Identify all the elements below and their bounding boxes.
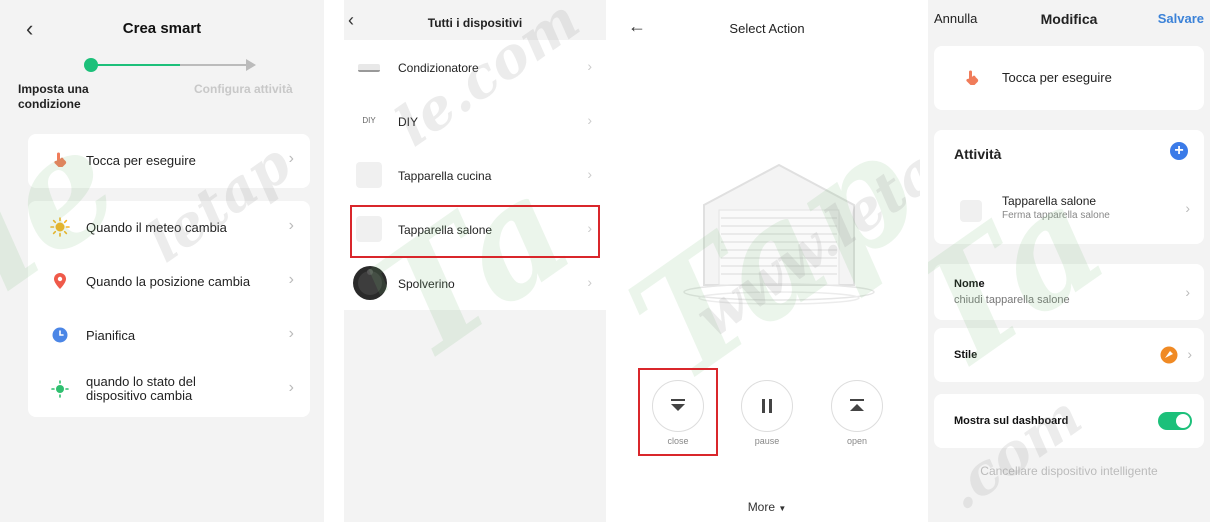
style-label: Stile — [954, 349, 978, 361]
style-palette-icon — [1160, 346, 1178, 364]
pause-button[interactable] — [741, 380, 793, 432]
more-label: More — [747, 500, 776, 514]
chevron-right-icon: › — [288, 217, 294, 234]
pause-label: pause — [754, 436, 780, 446]
close-shutter-icon — [671, 399, 685, 411]
step-label-activity: Configura attività — [194, 82, 293, 96]
activities-card: Attività + Tapparella salone Ferma tappa… — [934, 130, 1204, 244]
conditions-card: Quando il meteo cambia › Quando la posiz… — [28, 201, 310, 417]
device-item[interactable]: DIY DIY › — [344, 94, 606, 148]
device-status-icon — [51, 380, 69, 398]
open-shutter-icon — [850, 399, 864, 411]
hand-tap-icon — [54, 152, 67, 167]
device-name: Tapparella cucina — [398, 169, 492, 183]
condition-label: Tocca per eseguire — [86, 153, 196, 168]
page-title: Crea smart — [122, 20, 202, 37]
save-button[interactable]: Salvare — [1158, 11, 1204, 26]
condition-row[interactable]: Pianifica › — [28, 309, 310, 363]
device-item[interactable]: Condizionatore › — [344, 40, 606, 94]
device-name: Condizionatore — [398, 61, 479, 75]
chevron-right-icon: › — [587, 58, 592, 74]
chevron-right-icon: › — [1187, 346, 1192, 362]
dashboard-field: Mostra sul dashboard — [934, 394, 1204, 448]
page-title: Tutti i dispositivi — [427, 16, 523, 30]
shutter-icon — [356, 216, 382, 242]
chevron-right-icon: › — [1185, 284, 1190, 300]
dashboard-toggle[interactable] — [1158, 412, 1192, 430]
chevron-right-icon: › — [587, 220, 592, 236]
condition-label: Quando la posizione cambia — [86, 274, 251, 289]
header: ‹ Tutti i dispositivi — [344, 10, 606, 32]
tap-to-run-label: Tocca per eseguire — [1002, 70, 1112, 85]
chevron-right-icon: › — [288, 150, 294, 167]
chevron-right-icon: › — [288, 271, 294, 288]
shutter-illustration — [683, 163, 875, 305]
device-item-tapparella-salone[interactable]: Tapparella salone › — [344, 202, 606, 256]
device-item[interactable]: Tapparella cucina › — [344, 148, 606, 202]
delete-link[interactable]: Cancellare dispositivo intelligente — [928, 464, 1210, 478]
device-item[interactable]: Spolverino › — [344, 256, 606, 310]
condition-row[interactable]: quando lo stato del dispositivo cambia › — [28, 363, 310, 417]
chevron-right-icon: › — [1185, 200, 1190, 216]
add-activity-button[interactable]: + — [1170, 142, 1188, 160]
open-button[interactable] — [831, 380, 883, 432]
tap-to-run-card[interactable]: Tocca per eseguire › — [28, 134, 310, 188]
activities-title: Attività — [954, 146, 1002, 162]
sun-icon — [50, 217, 70, 237]
stepper — [84, 58, 264, 72]
crea-smart-screen: ‹ Crea smart Imposta una condizione Conf… — [0, 0, 324, 522]
open-label: open — [846, 436, 868, 446]
robot-vacuum-icon — [353, 266, 387, 300]
header: ‹ Crea smart — [0, 16, 324, 41]
condition-row[interactable]: Quando la posizione cambia › — [28, 255, 310, 309]
activity-subtitle: Ferma tapparella salone — [1002, 210, 1110, 221]
activity-item[interactable]: Tapparella salone Ferma tapparella salon… — [934, 184, 1204, 238]
condition-row[interactable]: Quando il meteo cambia › — [28, 201, 310, 255]
close-button[interactable] — [652, 380, 704, 432]
style-field[interactable]: Stile › — [934, 328, 1204, 382]
shutter-icon — [356, 162, 382, 188]
location-pin-icon — [54, 273, 66, 289]
devices-screen: ‹ Tutti i dispositivi Condizionatore › D… — [344, 0, 606, 522]
step-arrow-icon — [246, 59, 256, 71]
chevron-right-icon: › — [587, 274, 592, 290]
step-label-condition: Imposta una condizione — [18, 82, 89, 111]
diy-icon: DIY — [356, 108, 382, 134]
condition-label: Pianifica — [86, 328, 136, 343]
clock-icon — [52, 327, 68, 343]
condition-row[interactable]: Tocca per eseguire › — [28, 134, 310, 188]
more-button[interactable]: More ▼ — [614, 500, 920, 514]
condition-label: quando lo stato del dispositivo cambia — [86, 374, 196, 403]
air-conditioner-icon — [356, 54, 382, 80]
name-label: Nome — [954, 278, 985, 290]
activity-name: Tapparella salone — [1002, 194, 1097, 208]
device-list: Condizionatore › DIY DIY › Tapparella cu… — [344, 40, 606, 310]
hand-tap-icon — [966, 70, 979, 85]
dashboard-label: Mostra sul dashboard — [954, 415, 1069, 427]
caret-down-icon: ▼ — [778, 504, 787, 513]
pause-icon — [762, 399, 772, 413]
condition-label: Quando il meteo cambia — [86, 220, 227, 235]
chevron-right-icon: › — [288, 379, 294, 396]
name-value: chiudi tapparella salone — [954, 294, 1070, 306]
tap-to-run-card[interactable]: Tocca per eseguire — [934, 46, 1204, 110]
close-label: close — [667, 436, 689, 446]
device-name: DIY — [398, 115, 419, 129]
chevron-right-icon: › — [288, 325, 294, 342]
chevron-right-icon: › — [587, 166, 592, 182]
select-action-screen: ← Select Action close pause open More ▼ — [614, 0, 920, 522]
modifica-screen: Annulla Modifica Salvare Tocca per esegu… — [928, 0, 1210, 522]
page-title: Select Action — [729, 21, 805, 36]
device-name: Tapparella salone — [398, 223, 493, 237]
shutter-icon — [960, 200, 982, 222]
device-name: Spolverino — [398, 277, 455, 291]
name-field[interactable]: Nome chiudi tapparella salone › — [934, 264, 1204, 320]
chevron-right-icon: › — [587, 112, 592, 128]
